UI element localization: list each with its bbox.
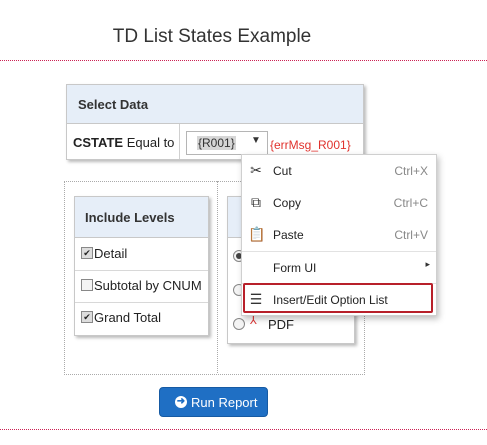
arrow-right-icon: ➜: [175, 396, 187, 408]
scissors-icon: ✂: [250, 162, 262, 178]
level-label: Subtotal by CNUM: [94, 278, 202, 293]
menu-item-label: Cut: [273, 164, 292, 178]
cstate-label: CSTATE Equal to: [73, 135, 174, 150]
paste-icon: 📋: [248, 226, 266, 242]
level-label: Grand Total: [94, 310, 161, 325]
options-divider: [217, 181, 218, 373]
menu-item-copy[interactable]: ⧉ Copy Ctrl+C: [242, 187, 436, 219]
select-data-panel: Select Data CSTATE Equal to {R001} ▼ {er…: [66, 84, 364, 160]
menu-item-form-ui[interactable]: Form UI ▸: [242, 252, 436, 284]
title-divider: [0, 60, 487, 61]
menu-item-label: Copy: [273, 196, 302, 210]
level-label: Detail: [94, 246, 128, 261]
menu-item-label: Form UI: [273, 261, 317, 275]
select-data-header-label: Select Data: [78, 97, 149, 112]
level-row-subtotal[interactable]: Subtotal by CNUM: [75, 270, 208, 303]
operator-label: Equal to: [126, 135, 175, 150]
checkbox-detail[interactable]: ✔: [81, 247, 93, 259]
footer-divider: [0, 429, 487, 430]
menu-item-shortcut: Ctrl+C: [393, 196, 428, 210]
dropdown-arrow-icon[interactable]: ▼: [251, 135, 261, 146]
cstate-label-cell: CSTATE Equal to: [67, 124, 180, 159]
checkbox-subtotal[interactable]: [81, 279, 93, 291]
include-levels-panel: Include Levels ✔ Detail Subtotal by CNUM…: [74, 196, 209, 336]
select-data-header: Select Data: [67, 85, 363, 124]
menu-item-label: Paste: [273, 228, 304, 242]
highlight-annotation: [243, 283, 433, 313]
include-levels-header: Include Levels: [75, 197, 208, 238]
include-levels-header-label: Include Levels: [85, 210, 175, 225]
page-title: TD List States Example: [112, 26, 312, 47]
copy-icon: ⧉: [251, 194, 261, 210]
field-name: CSTATE: [73, 135, 124, 150]
level-row-detail[interactable]: ✔ Detail: [75, 238, 208, 271]
menu-item-shortcut: Ctrl+X: [394, 164, 428, 178]
error-message: {errMsg_R001}: [270, 138, 351, 152]
menu-item-cut[interactable]: ✂ Cut Ctrl+X: [242, 155, 436, 187]
state-select[interactable]: {R001} ▼: [186, 131, 268, 155]
menu-item-shortcut: Ctrl+V: [394, 228, 428, 242]
run-report-label: Run Report: [191, 395, 258, 410]
state-select-value: {R001}: [197, 136, 236, 150]
menu-item-paste[interactable]: 📋 Paste Ctrl+V: [242, 219, 436, 251]
checkbox-grand-total[interactable]: ✔: [81, 311, 93, 323]
level-row-grand-total[interactable]: ✔ Grand Total: [75, 302, 208, 334]
run-report-button[interactable]: ➜ Run Report: [159, 387, 268, 417]
radio-format-pdf[interactable]: [233, 318, 245, 330]
submenu-arrow-icon: ▸: [425, 259, 430, 269]
pdf-label: PDF: [268, 317, 294, 332]
